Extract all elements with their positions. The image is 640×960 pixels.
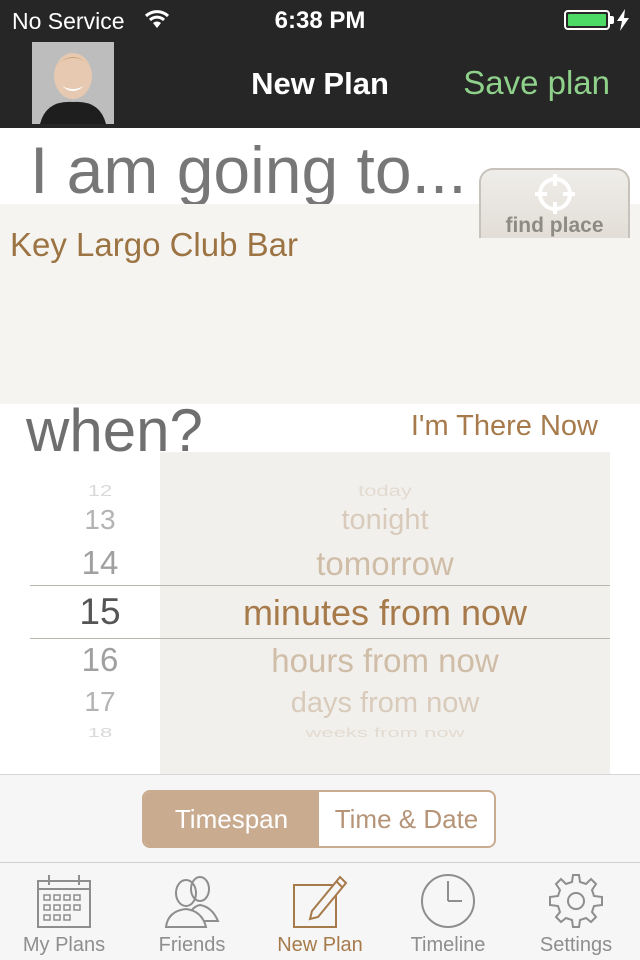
compose-icon	[293, 875, 348, 928]
time-date-segment[interactable]: Time & Date	[319, 792, 494, 846]
crosshair-icon	[535, 174, 575, 214]
tab-label: New Plan	[277, 934, 363, 956]
picker-unit[interactable]: tonight	[160, 504, 610, 537]
tab-new-plan[interactable]: New Plan	[256, 863, 384, 960]
picker-number-selected[interactable]: 15	[60, 591, 140, 633]
save-plan-button[interactable]: Save plan	[463, 64, 610, 102]
picker-number[interactable]: 14	[60, 544, 140, 582]
tab-bar: My Plans Friends New Plan Timeline Setti…	[0, 862, 640, 960]
im-there-now-button[interactable]: I'm There Now	[411, 410, 598, 443]
status-bar: No Service 6:38 PM	[0, 0, 640, 40]
selection-line-bottom	[30, 638, 610, 639]
find-place-label: find place	[505, 214, 604, 237]
tab-settings[interactable]: Settings	[512, 863, 640, 960]
timespan-segment[interactable]: Timespan	[144, 792, 319, 846]
tab-my-plans[interactable]: My Plans	[0, 863, 128, 960]
place-value: Key Largo Club Bar	[10, 226, 298, 263]
find-place-button[interactable]: find place	[479, 168, 630, 238]
charging-icon	[617, 9, 629, 31]
picker-number[interactable]: 17	[60, 686, 140, 718]
tab-friends[interactable]: Friends	[128, 863, 256, 960]
friends-icon	[164, 876, 220, 928]
going-to-heading: I am going to...	[30, 133, 467, 207]
gear-icon	[549, 874, 603, 928]
picker-number[interactable]: 18	[60, 725, 140, 741]
clock-icon	[421, 874, 475, 928]
tab-label: My Plans	[22, 934, 106, 956]
status-time: 6:38 PM	[274, 7, 366, 34]
picker-number[interactable]: 13	[60, 504, 140, 536]
picker-unit[interactable]: hours from now	[160, 642, 610, 680]
picker-unit[interactable]: today	[160, 482, 610, 500]
battery-icon	[564, 10, 614, 30]
selection-line-top	[30, 585, 610, 586]
calendar-icon	[37, 875, 91, 928]
picker-unit[interactable]: days from now	[160, 687, 610, 720]
mode-segmented-control[interactable]: Timespan Time & Date	[142, 790, 496, 848]
tab-label: Friends	[158, 934, 226, 956]
picker-number[interactable]: 16	[60, 641, 140, 679]
time-picker[interactable]: 12 13 14 15 16 17 18 today tonight tomor…	[0, 452, 640, 774]
tab-label: Settings	[539, 934, 613, 956]
picker-number[interactable]: 12	[60, 482, 140, 500]
nav-bar: New Plan Save plan	[0, 40, 640, 128]
picker-unit[interactable]: tomorrow	[160, 545, 610, 583]
picker-unit[interactable]: weeks from now	[160, 725, 610, 741]
mode-selector-area: Timespan Time & Date	[0, 774, 640, 862]
tab-timeline[interactable]: Timeline	[384, 863, 512, 960]
tab-label: Timeline	[410, 934, 486, 956]
picker-unit-selected[interactable]: minutes from now	[160, 592, 610, 634]
